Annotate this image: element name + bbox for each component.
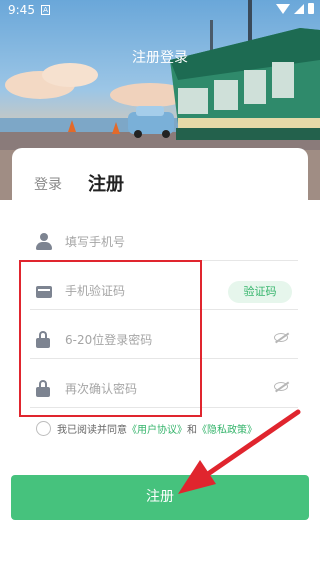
tab-register[interactable]: 注册 [88,170,124,196]
user-agreement-link[interactable]: 《用户协议》 [127,421,187,436]
status-bar: 9:45 A [0,0,320,22]
register-button[interactable]: 注册 [11,475,309,520]
agreement-and: 和 [187,425,197,436]
user-icon [36,233,52,250]
agreement-prefix: 我已阅读并同意 [57,425,127,436]
page-title: 注册登录 [132,50,188,66]
battery-icon [308,3,314,14]
highlight-box [19,260,202,417]
privacy-policy-link[interactable]: 《隐私政策》 [197,421,257,436]
status-time: 9:45 [8,3,35,17]
hide-confirm-password-icon[interactable] [274,382,288,391]
hide-password-icon[interactable] [274,333,288,342]
phone-field[interactable]: 填写手机号 [30,221,298,261]
tab-login[interactable]: 登录 [34,174,62,194]
agreement-row: 我已阅读并同意 《用户协议》 和 《隐私政策》 [36,421,257,436]
agree-checkbox[interactable] [36,421,51,436]
get-code-button[interactable]: 验证码 [228,281,292,303]
signal-icon [294,3,304,14]
phone-placeholder: 填写手机号 [65,235,126,249]
wifi-icon [276,3,290,14]
notification-a-icon: A [41,5,50,15]
